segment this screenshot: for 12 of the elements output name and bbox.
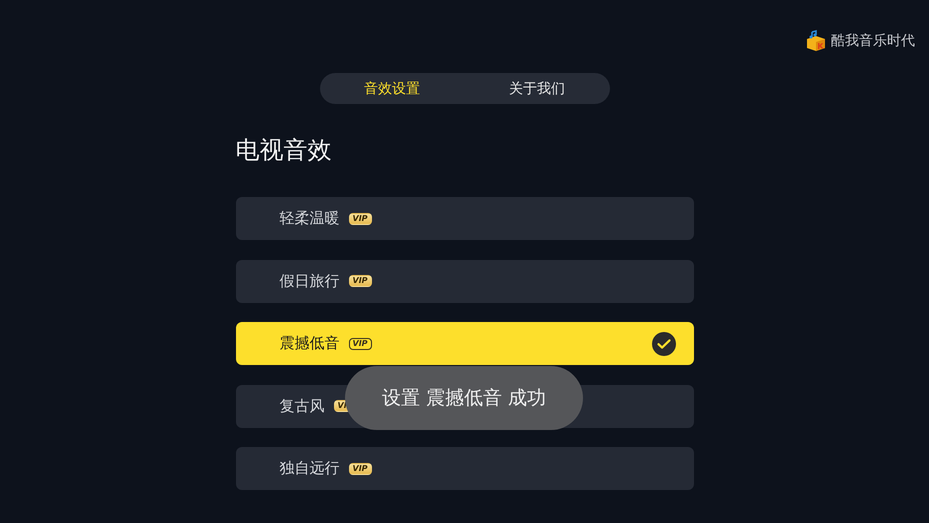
effect-name: 复古风 (280, 396, 324, 416)
effect-name: 震撼低音 (280, 334, 340, 353)
vip-badge: VIP (348, 338, 372, 350)
brand-name: 酷我音乐时代 (831, 32, 915, 50)
status-toast: 设置 震撼低音 成功 (345, 366, 583, 430)
section-title: 电视音效 (236, 135, 332, 166)
effect-name: 轻柔温暖 (280, 209, 340, 228)
effect-name: 独自远行 (280, 459, 340, 478)
vip-badge: VIP (348, 212, 372, 224)
effect-name: 假日旅行 (280, 272, 340, 290)
vip-badge: VIP (348, 462, 372, 474)
vip-badge: VIP (348, 275, 372, 287)
